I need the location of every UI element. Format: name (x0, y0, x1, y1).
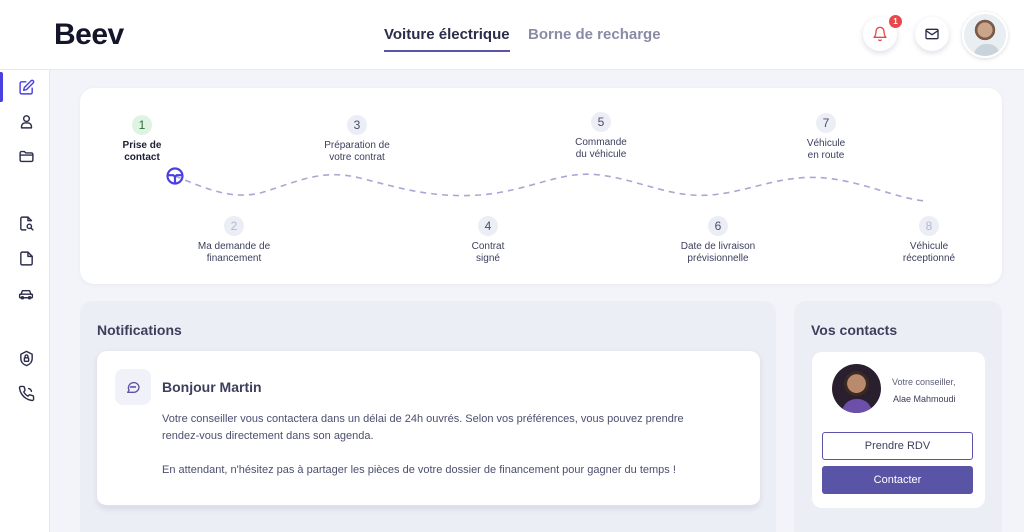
step-label-line1: Prise de (122, 140, 162, 151)
notification-badge: 1 (889, 15, 902, 28)
notification-text-line3: En attendant, n'hésitez pas à partager l… (162, 464, 676, 476)
step-label-line2: votre contrat (329, 152, 385, 163)
folder-icon[interactable] (17, 147, 35, 165)
notification-text-line1: Votre conseiller vous contactera dans un… (162, 413, 684, 425)
notification-title: Bonjour Martin (162, 379, 262, 395)
step-label-line1: Préparation de (324, 140, 390, 151)
top-header: Beev Voiture électrique Borne de recharg… (0, 0, 1024, 70)
steering-wheel-icon (165, 166, 185, 186)
step-2[interactable]: 2 Ma demande de financement (174, 216, 294, 265)
step-label-line1: Ma demande de (197, 241, 271, 252)
edit-icon[interactable] (17, 78, 35, 96)
step-label-line2: signé (476, 253, 500, 264)
notifications-title: Notifications (97, 322, 182, 338)
sidebar (0, 70, 50, 532)
step-label-line1: Commande (575, 137, 627, 148)
beev-logo[interactable]: Beev (54, 18, 124, 52)
advisor-role: Votre conseiller, (892, 377, 956, 387)
step-4[interactable]: 4 Contrat signé (428, 216, 548, 265)
advisor-name: Alae Mahmoudi (893, 394, 956, 404)
advisor-avatar (832, 364, 881, 413)
chat-icon (115, 369, 151, 405)
document-search-icon[interactable] (17, 214, 35, 232)
step-label-line2: réceptionné (902, 253, 956, 264)
step-8[interactable]: 8 Véhicule réceptionné (869, 216, 989, 265)
messages-button[interactable] (915, 17, 949, 51)
user-avatar[interactable] (962, 12, 1008, 58)
prendre-rdv-button[interactable]: Prendre RDV (822, 432, 973, 460)
file-icon[interactable] (17, 249, 35, 267)
tab-borne-de-recharge[interactable]: Borne de recharge (528, 26, 661, 43)
phone-icon[interactable] (17, 384, 35, 402)
step-6[interactable]: 6 Date de livraison prévisionnelle (658, 216, 778, 265)
step-label-line2: du véhicule (575, 149, 627, 160)
step-number: 2 (224, 216, 244, 236)
step-7[interactable]: 7 Véhicule en route (766, 113, 886, 162)
step-1[interactable]: 1 Prise de contact (82, 115, 202, 164)
step-label-line2: en route (807, 150, 845, 161)
step-number: 4 (478, 216, 498, 236)
step-label-line1: Véhicule (806, 138, 846, 149)
step-number: 7 (816, 113, 836, 133)
step-number: 1 (132, 115, 152, 135)
step-5[interactable]: 5 Commande du véhicule (541, 112, 661, 161)
notification-text-line2: rendez-vous directement dans son agenda. (162, 430, 374, 442)
active-indicator (0, 72, 3, 102)
bell-icon (873, 26, 887, 42)
contacts-title: Vos contacts (811, 322, 898, 338)
step-number: 3 (347, 115, 367, 135)
user-icon[interactable] (17, 112, 35, 130)
step-number: 8 (919, 216, 939, 236)
step-number: 6 (708, 216, 728, 236)
mail-icon (925, 28, 939, 40)
step-3[interactable]: 3 Préparation de votre contrat (297, 115, 417, 164)
step-label-line1: Date de livraison (680, 241, 756, 252)
tab-voiture-electrique[interactable]: Voiture électrique (384, 26, 510, 52)
lock-shield-icon[interactable] (17, 349, 35, 367)
step-number: 5 (591, 112, 611, 132)
car-icon[interactable] (17, 284, 35, 302)
step-label-line1: Véhicule (909, 241, 949, 252)
step-label-line1: Contrat (471, 241, 505, 252)
step-label-line2: financement (206, 253, 262, 264)
step-label-line2: prévisionnelle (687, 253, 749, 264)
step-label-line2: contact (124, 152, 160, 163)
contacter-button[interactable]: Contacter (822, 466, 973, 494)
